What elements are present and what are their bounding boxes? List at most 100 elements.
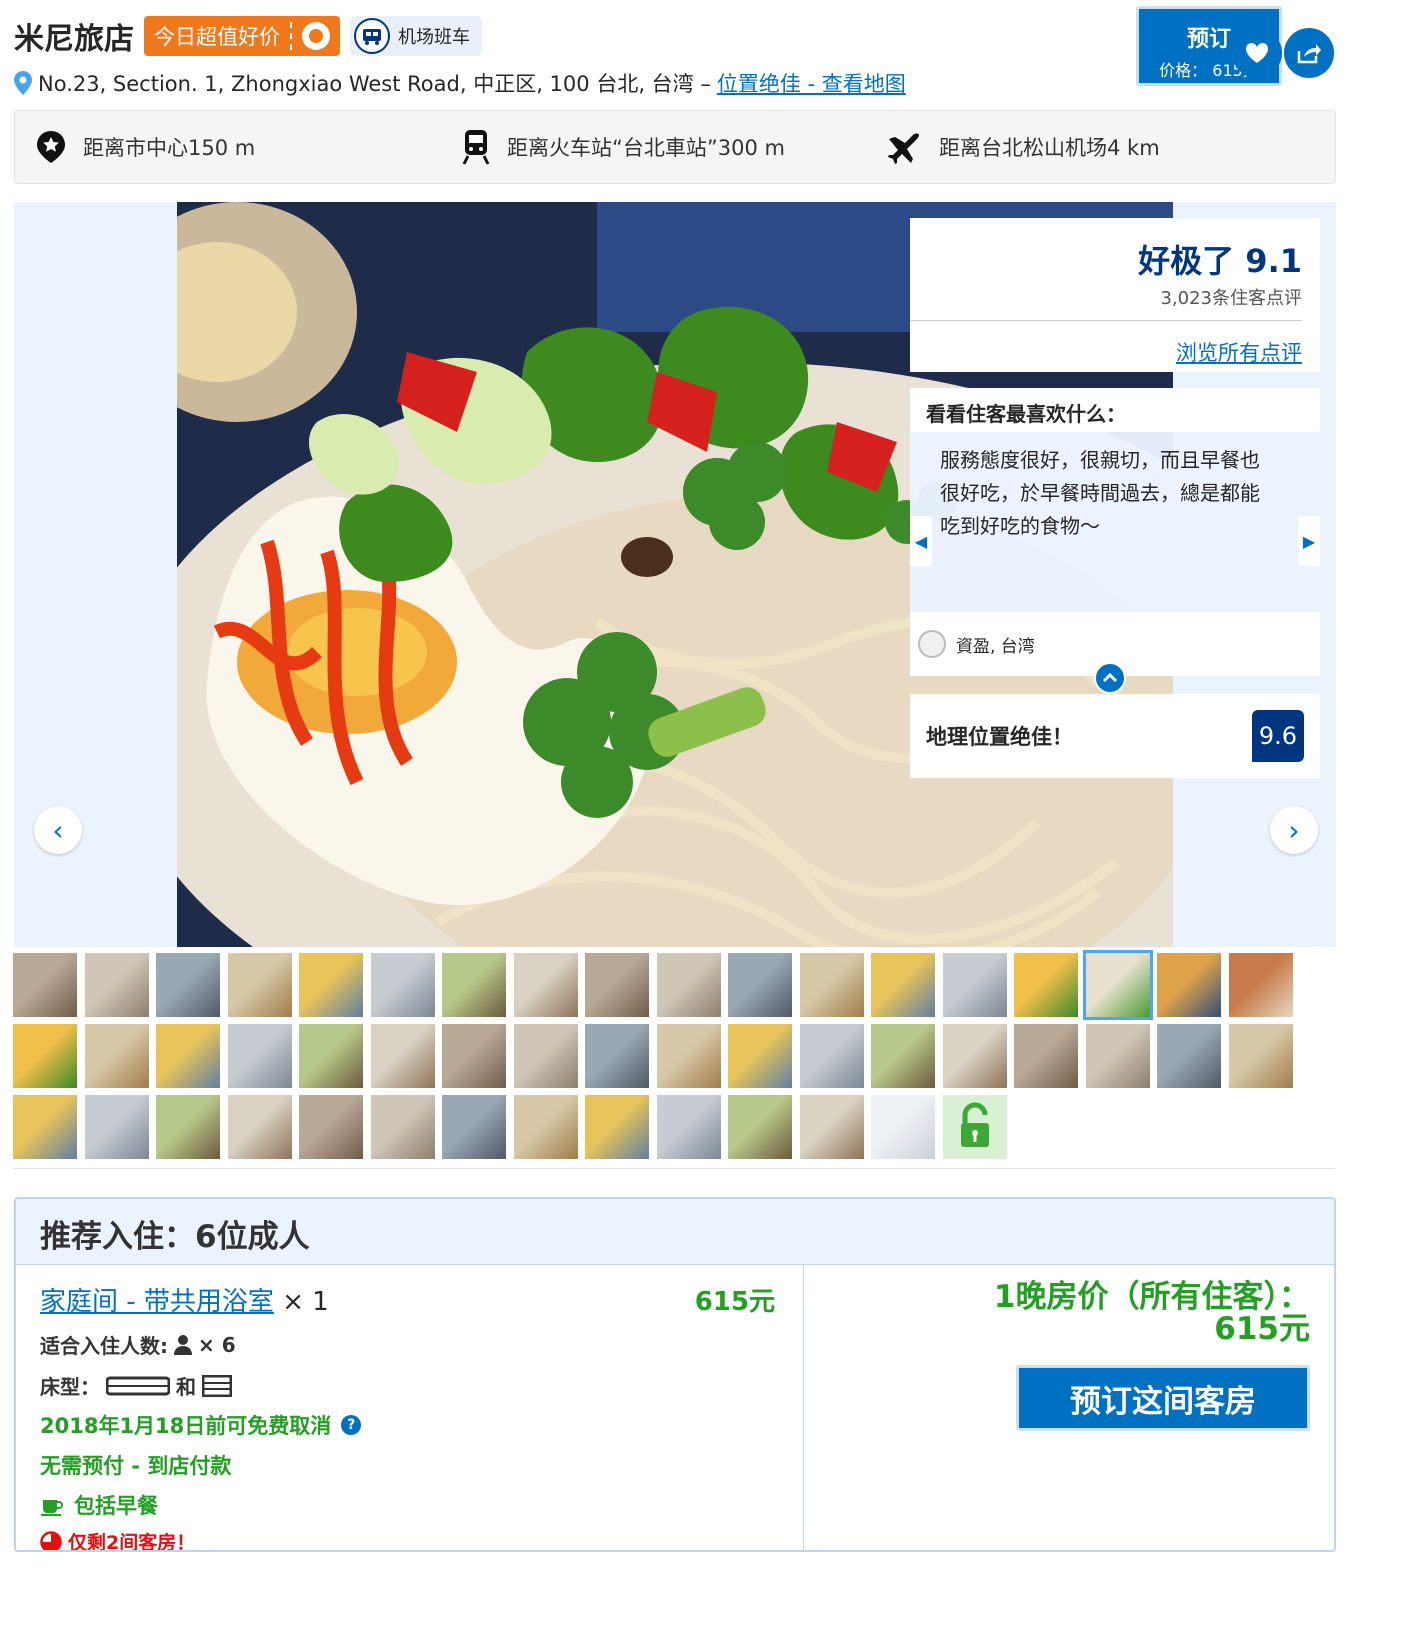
price-summary: 1晚房价（所有住客）： 615元 预订这间客房 (806, 1265, 1334, 1550)
view-map-link[interactable]: 位置绝佳 - 查看地图 (717, 68, 906, 98)
gallery-thumbnail[interactable] (942, 953, 1007, 1017)
more-photos-lock[interactable] (942, 1095, 1007, 1159)
gallery-thumbnail[interactable] (299, 1024, 363, 1088)
gallery-thumbnail[interactable] (227, 1095, 292, 1159)
gallery-thumbnail[interactable] (942, 1024, 1007, 1088)
share-button[interactable] (1284, 28, 1334, 78)
gallery-thumbnail[interactable] (585, 1024, 649, 1088)
hotel-name: 米尼旅店 (14, 22, 134, 57)
gallery-thumbnail[interactable] (227, 953, 292, 1017)
recommended-heading: 推荐入住：6位成人 (16, 1199, 1334, 1265)
recommended-stay: 推荐入住：6位成人 家庭间 - 带共用浴室 × 1 615元 适合入住人数: ×… (14, 1197, 1336, 1552)
gallery-thumbnail[interactable] (1157, 953, 1221, 1017)
gallery-thumbnail[interactable] (370, 1024, 435, 1088)
gallery-thumbnail[interactable] (84, 1095, 149, 1159)
distance-city-center-text: 距离市中心150 m (83, 136, 256, 160)
location-score: 9.6 (1252, 710, 1304, 762)
gallery-thumbnail[interactable] (871, 1024, 935, 1088)
deal-badge[interactable]: 今日超值好价 (144, 16, 340, 56)
breakfast-text: 包括早餐 (74, 1494, 158, 1518)
gallery-thumbnail[interactable] (728, 1095, 792, 1159)
gallery-thumbnail[interactable] (728, 1024, 792, 1088)
gallery-thumbnail[interactable] (656, 953, 721, 1017)
review-quote-box: 服務態度很好，很親切，而且早餐也很好吃，於早餐時間過去，總是都能吃到好吃的食物～… (910, 432, 1320, 612)
gallery-prev-button[interactable]: ‹ (34, 806, 82, 854)
gallery-thumbnail[interactable] (442, 1095, 506, 1159)
gallery-thumbnail[interactable] (1228, 953, 1293, 1017)
person-icon (174, 1334, 192, 1355)
reviewer-name: 資盈, 台湾 (956, 636, 1035, 657)
airplane-icon (888, 133, 919, 164)
gallery-thumbnail[interactable] (13, 1095, 77, 1159)
gallery-thumbnail[interactable] (442, 953, 506, 1017)
chevron-left-icon: ‹ (52, 813, 64, 847)
gallery-thumbnail[interactable] (585, 953, 649, 1017)
save-favorite-button[interactable] (1232, 28, 1282, 78)
scarcity-notice: 仅剩2间客房！ (40, 1528, 779, 1550)
gallery-thumbnail[interactable] (1014, 1024, 1078, 1088)
gallery-thumbnail[interactable] (227, 1024, 292, 1088)
book-room-button[interactable]: 预订这间客房 (1016, 1365, 1310, 1431)
airport-shuttle-badge[interactable]: 机场班车 (350, 16, 482, 56)
night-price-value: 615元 (1214, 1311, 1310, 1347)
gallery-thumbnail[interactable] (370, 1095, 435, 1159)
gallery-thumbnail[interactable] (1228, 1024, 1293, 1088)
gallery-thumbnail[interactable] (299, 953, 363, 1017)
collapse-button[interactable] (1094, 662, 1126, 694)
review-quote: 服務態度很好，很親切，而且早餐也很好吃，於早餐時間過去，總是都能吃到好吃的食物～ (940, 448, 1260, 538)
gallery-thumbnail[interactable] (799, 953, 864, 1017)
gallery-next-button[interactable]: › (1270, 806, 1318, 854)
room-name-link[interactable]: 家庭间 - 带共用浴室 (40, 1287, 274, 1317)
gallery-thumbnail[interactable] (84, 953, 149, 1017)
bed-and-text: 和 (176, 1375, 196, 1399)
coffee-cup-icon (41, 1500, 63, 1516)
gallery-thumbnail[interactable] (1085, 1024, 1150, 1088)
gallery-thumbnail[interactable] (1014, 953, 1078, 1017)
gallery-thumbnail[interactable] (656, 1095, 721, 1159)
gallery-thumbnail[interactable] (156, 953, 220, 1017)
gallery-thumbnail[interactable] (728, 953, 792, 1017)
gallery-thumbnail[interactable] (871, 1095, 935, 1159)
gallery-thumbnail[interactable] (13, 1024, 77, 1088)
gallery-thumbnail[interactable] (513, 1095, 578, 1159)
triangle-right-icon: ▶ (1302, 531, 1316, 551)
gallery-thumbnail[interactable] (13, 953, 77, 1017)
gallery-thumbnail[interactable] (156, 1095, 220, 1159)
bed-type-label: 床型： (40, 1375, 100, 1399)
gallery-thumbnail[interactable] (513, 1024, 578, 1088)
gallery-thumbnail[interactable] (370, 953, 435, 1017)
quote-next-button[interactable]: ▶ (1298, 516, 1320, 566)
distance-train-station: 距离火车站“台北車站”300 m (461, 129, 785, 165)
section-divider (13, 1168, 1335, 1169)
deal-badge-label: 今日超值好价 (154, 25, 280, 49)
gallery-thumbnail[interactable] (656, 1024, 721, 1088)
gallery-thumbnail[interactable] (799, 1024, 864, 1088)
gallery-thumbnail[interactable] (84, 1024, 149, 1088)
gallery-thumbnail[interactable] (442, 1024, 506, 1088)
quote-prev-button[interactable]: ◀ (910, 516, 932, 566)
triangle-left-icon: ◀ (914, 531, 928, 551)
gallery-thumbnail[interactable] (513, 953, 578, 1017)
gallery-thumbnail[interactable] (1157, 1024, 1221, 1088)
gallery-thumbnail[interactable] (585, 1095, 649, 1159)
gallery-thumbnail[interactable] (871, 953, 935, 1017)
train-icon (462, 130, 490, 165)
distance-airport-text: 距离台北松山机场4 km (939, 136, 1160, 160)
gallery-thumbnail[interactable] (799, 1095, 864, 1159)
room-quantity: × 1 (282, 1287, 329, 1317)
gallery-thumbnail[interactable] (156, 1024, 220, 1088)
avatar (918, 630, 946, 658)
distance-city-center: 距离市中心150 m (35, 130, 255, 164)
location-label: 地理位置绝佳！ (926, 725, 1073, 749)
bunk-bed-icon (202, 1374, 232, 1397)
score-divider (910, 320, 1302, 321)
distance-airport: 距离台北松山机场4 km (887, 129, 1160, 165)
gallery-thumbnail[interactable] (1082, 950, 1153, 1020)
occupancy-label: 适合入住人数: (40, 1334, 168, 1358)
all-reviews-link[interactable]: 浏览所有点评 (1176, 337, 1302, 367)
review-score: 好极了 9.1 (1138, 242, 1302, 280)
chevron-up-icon (1102, 673, 1118, 683)
gallery-thumbnail[interactable] (299, 1095, 363, 1159)
help-icon[interactable]: ? (341, 1415, 362, 1435)
distance-bar: 距离市中心150 m 距离火车站“台北車站”300 m 距离台北松山机场4 km (14, 110, 1336, 184)
